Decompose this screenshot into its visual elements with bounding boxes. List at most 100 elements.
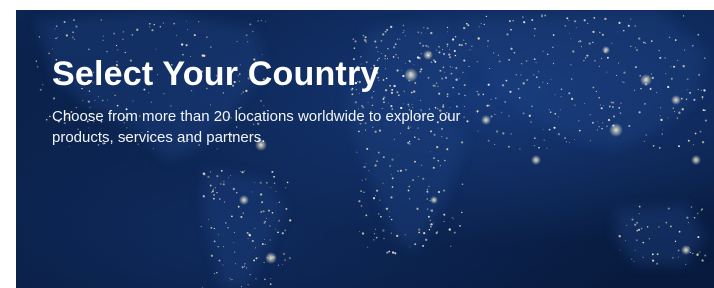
city-light-dot xyxy=(213,240,216,243)
city-light-dot xyxy=(193,34,196,37)
city-light-dot xyxy=(579,40,582,43)
city-light-dot xyxy=(589,114,591,116)
city-light-dot xyxy=(383,237,385,240)
city-light-dot xyxy=(396,234,399,238)
city-light-dot xyxy=(372,197,376,200)
city-light-dot xyxy=(278,201,281,203)
city-light-dot xyxy=(268,225,271,227)
city-light-dot xyxy=(208,218,210,220)
city-light-dot xyxy=(367,246,369,248)
city-light-dot xyxy=(270,186,272,189)
city-light-dot xyxy=(598,96,601,99)
city-light-dot xyxy=(704,254,707,257)
city-light-dot xyxy=(227,227,229,229)
city-light-dot xyxy=(444,159,446,162)
city-light-dot xyxy=(467,24,470,27)
city-light-dot xyxy=(578,120,580,122)
city-light-dot xyxy=(390,196,393,199)
city-light-dot xyxy=(51,48,53,50)
city-light-dot xyxy=(430,209,432,211)
city-light-dot xyxy=(360,190,362,192)
city-light-dot xyxy=(241,171,244,174)
city-light-dot xyxy=(100,19,103,21)
city-light-dot xyxy=(368,170,370,172)
city-light-dot xyxy=(670,66,672,68)
city-light-dot xyxy=(409,246,411,248)
city-light-dot xyxy=(281,232,284,235)
city-light-dot xyxy=(270,278,272,279)
city-light-dot xyxy=(461,44,463,46)
city-light-dot xyxy=(430,151,431,153)
city-light-dot xyxy=(422,44,425,47)
city-light-dot xyxy=(207,175,210,178)
city-light-dot xyxy=(364,36,367,39)
city-light-dot xyxy=(553,62,554,64)
city-light-dot xyxy=(618,62,620,64)
city-light-dot xyxy=(264,220,266,223)
city-light-dot xyxy=(487,39,490,42)
city-light-dot xyxy=(668,36,671,39)
city-light-dot xyxy=(689,91,692,94)
city-light-dot xyxy=(75,25,78,28)
city-light-dot xyxy=(644,103,646,105)
city-light-dot xyxy=(210,254,214,257)
city-light-dot xyxy=(216,272,218,274)
city-light-dot xyxy=(361,232,365,235)
city-light-dot xyxy=(419,42,421,44)
city-light-dot xyxy=(571,78,573,80)
city-light-dot xyxy=(552,46,554,48)
city-light-dot xyxy=(574,20,577,23)
city-light-dot xyxy=(251,191,253,193)
city-light-dot xyxy=(377,151,380,154)
city-light-dot xyxy=(162,22,165,24)
city-light-dot xyxy=(508,20,511,23)
city-light-dot xyxy=(533,74,535,76)
city-light-dot xyxy=(360,205,363,207)
city-light-dot xyxy=(664,57,666,59)
city-light-dot xyxy=(151,29,154,32)
city-light-dot xyxy=(652,259,655,262)
city-light-dot xyxy=(638,111,641,114)
city-light-dot xyxy=(282,264,284,265)
city-light-dot xyxy=(277,231,279,234)
city-light-dot xyxy=(684,49,686,51)
city-light-dot xyxy=(533,58,536,61)
city-light-dot xyxy=(418,228,421,231)
city-light-dot xyxy=(218,259,221,262)
city-light-dot xyxy=(692,143,695,146)
city-light-dot xyxy=(550,79,552,81)
city-light-dot xyxy=(249,274,251,276)
city-light-dot xyxy=(379,199,381,201)
city-light-dot xyxy=(656,92,658,94)
city-light-dot xyxy=(665,73,667,75)
city-light-dot xyxy=(635,239,638,242)
city-light-dot xyxy=(704,109,706,112)
city-light-dot xyxy=(674,38,677,41)
city-light-dot xyxy=(396,38,399,40)
city-light-dot xyxy=(122,30,125,33)
city-light-dot xyxy=(390,232,392,234)
city-light-dot xyxy=(152,147,154,149)
city-light-dot xyxy=(566,17,569,20)
city-light-dot xyxy=(236,41,238,43)
city-light-dot xyxy=(591,121,594,124)
city-light-dot xyxy=(699,130,702,133)
city-light-dot xyxy=(240,215,243,219)
city-light-dot xyxy=(659,107,662,109)
city-light-dot xyxy=(428,229,431,231)
hero-content: Select Your Country Choose from more tha… xyxy=(52,54,522,148)
city-light-dot xyxy=(661,133,663,135)
city-light-dot xyxy=(285,207,288,210)
city-light-dot xyxy=(584,57,587,59)
city-light-dot xyxy=(397,170,399,172)
city-light-dot xyxy=(677,59,679,61)
city-light-dot xyxy=(648,238,651,240)
city-light-dot xyxy=(391,177,394,180)
city-light-dot xyxy=(643,140,645,142)
city-light-dot xyxy=(548,109,550,111)
city-light-dot xyxy=(531,105,533,108)
city-light-dot xyxy=(210,46,212,48)
city-light-dot xyxy=(384,30,387,33)
city-light-dot xyxy=(417,175,419,177)
city-light-dot xyxy=(594,60,596,62)
